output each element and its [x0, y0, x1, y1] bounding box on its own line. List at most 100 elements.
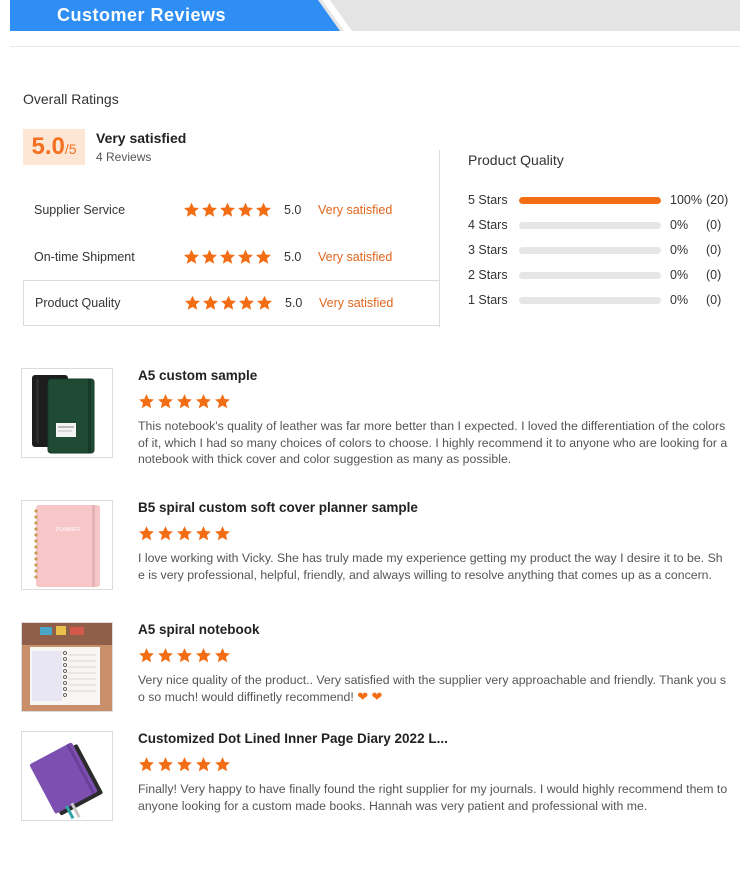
star-icon	[220, 249, 235, 264]
distribution-percent: 0%	[670, 268, 689, 282]
distribution-bar	[519, 197, 661, 204]
category-label: Supplier Service	[34, 203, 126, 217]
distribution-count: (0)	[706, 218, 722, 232]
divider	[10, 46, 740, 47]
review-star-rating	[138, 756, 231, 773]
star-icon	[196, 526, 211, 541]
product-thumbnail[interactable]	[21, 731, 113, 821]
category-score: 5.0	[284, 250, 302, 264]
distribution-bar	[519, 272, 661, 279]
review-item: A5 custom sample This notebook's quality…	[21, 368, 741, 466]
review-title[interactable]: A5 spiral notebook	[138, 622, 260, 637]
review-item: PLANNER B5 spiral custom soft cover plan…	[21, 500, 741, 592]
star-icon	[215, 394, 230, 409]
star-icon	[158, 526, 173, 541]
category-satisfaction: Very satisfied	[319, 296, 394, 310]
distribution-label: 1 Stars	[468, 293, 508, 307]
star-icon	[196, 394, 211, 409]
category-score: 5.0	[285, 296, 303, 310]
star-icon	[185, 295, 200, 310]
distribution-count: (0)	[706, 268, 722, 282]
overall-ratings-label: Overall Ratings	[23, 91, 119, 107]
overall-satisfaction: Very satisfied	[96, 130, 187, 146]
distribution-row-3: 3 Stars 0% (0)	[468, 243, 738, 259]
category-label: Product Quality	[35, 296, 121, 310]
category-ratings-panel: Supplier Service 5.0 Very satisfied On-t…	[23, 150, 440, 327]
review-item: Customized Dot Lined Inner Page Diary 20…	[21, 731, 741, 823]
category-satisfaction: Very satisfied	[318, 250, 393, 264]
review-star-rating	[138, 525, 231, 542]
distribution-label: 2 Stars	[468, 268, 508, 282]
star-icon	[202, 202, 217, 217]
purple-diary-image	[22, 732, 112, 820]
star-icon	[238, 202, 253, 217]
star-rating	[184, 295, 273, 312]
category-row-supplier-service: Supplier Service 5.0 Very satisfied	[23, 187, 440, 233]
star-icon	[158, 757, 173, 772]
category-satisfaction: Very satisfied	[318, 203, 393, 217]
distribution-fill	[519, 197, 661, 204]
review-title[interactable]: Customized Dot Lined Inner Page Diary 20…	[138, 731, 448, 746]
star-icon	[215, 757, 230, 772]
star-icon	[215, 526, 230, 541]
distribution-count: (20)	[706, 193, 729, 207]
star-icon	[196, 757, 211, 772]
category-score: 5.0	[284, 203, 302, 217]
distribution-bar	[519, 247, 661, 254]
distribution-row-5: 5 Stars 100% (20)	[468, 193, 738, 209]
star-icon	[139, 526, 154, 541]
distribution-row-4: 4 Stars 0% (0)	[468, 218, 738, 234]
product-thumbnail[interactable]	[21, 368, 113, 458]
distribution-label: 3 Stars	[468, 243, 508, 257]
review-text: Finally! Very happy to have finally foun…	[138, 782, 728, 813]
distribution-label: 5 Stars	[468, 193, 508, 207]
distribution-count: (0)	[706, 293, 722, 307]
planner-cover-text: PLANNER	[56, 527, 80, 533]
distribution-percent: 0%	[670, 293, 689, 307]
star-icon	[239, 295, 254, 310]
star-icon	[238, 249, 253, 264]
distribution-bar	[519, 222, 661, 229]
star-icon	[215, 648, 230, 663]
distribution-percent: 0%	[670, 243, 689, 257]
star-icon	[184, 202, 199, 217]
star-icon	[256, 249, 271, 264]
distribution-percent: 100%	[670, 193, 702, 207]
star-rating	[183, 202, 272, 219]
star-icon	[257, 295, 272, 310]
category-row-on-time-shipment: On-time Shipment 5.0 Very satisfied	[23, 234, 440, 280]
green-notebook-image	[22, 369, 112, 457]
star-icon	[221, 295, 236, 310]
star-icon	[177, 648, 192, 663]
star-icon	[139, 394, 154, 409]
heart-icon: ❤	[357, 688, 369, 704]
star-icon	[196, 648, 211, 663]
distribution-count: (0)	[706, 243, 722, 257]
star-icon	[203, 295, 218, 310]
category-row-product-quality[interactable]: Product Quality 5.0 Very satisfied	[23, 280, 440, 326]
section-header-banner: Customer Reviews	[10, 0, 740, 31]
section-title: Customer Reviews	[57, 5, 227, 25]
category-label: On-time Shipment	[34, 250, 135, 264]
spiral-notebook-image	[22, 623, 112, 711]
pink-planner-image: PLANNER	[22, 501, 112, 589]
star-icon	[177, 394, 192, 409]
distribution-label: 4 Stars	[468, 218, 508, 232]
star-icon	[139, 648, 154, 663]
product-thumbnail[interactable]: PLANNER	[21, 500, 113, 590]
review-item: A5 spiral notebook Very nice quality of …	[21, 622, 741, 714]
review-title[interactable]: A5 custom sample	[138, 368, 257, 383]
review-text: Very nice quality of the product.. Very …	[138, 672, 729, 705]
star-icon	[158, 394, 173, 409]
distribution-bar	[519, 297, 661, 304]
distribution-row-2: 2 Stars 0% (0)	[468, 268, 738, 284]
star-icon	[177, 757, 192, 772]
distribution-percent: 0%	[670, 218, 689, 232]
heart-icon: ❤	[371, 688, 383, 704]
star-icon	[256, 202, 271, 217]
review-text-body: Very nice quality of the product.. Very …	[138, 673, 727, 704]
review-text: This notebook's quality of leather was f…	[138, 419, 728, 466]
product-thumbnail[interactable]	[21, 622, 113, 712]
review-title[interactable]: B5 spiral custom soft cover planner samp…	[138, 500, 418, 515]
distribution-title: Product Quality	[468, 152, 564, 168]
